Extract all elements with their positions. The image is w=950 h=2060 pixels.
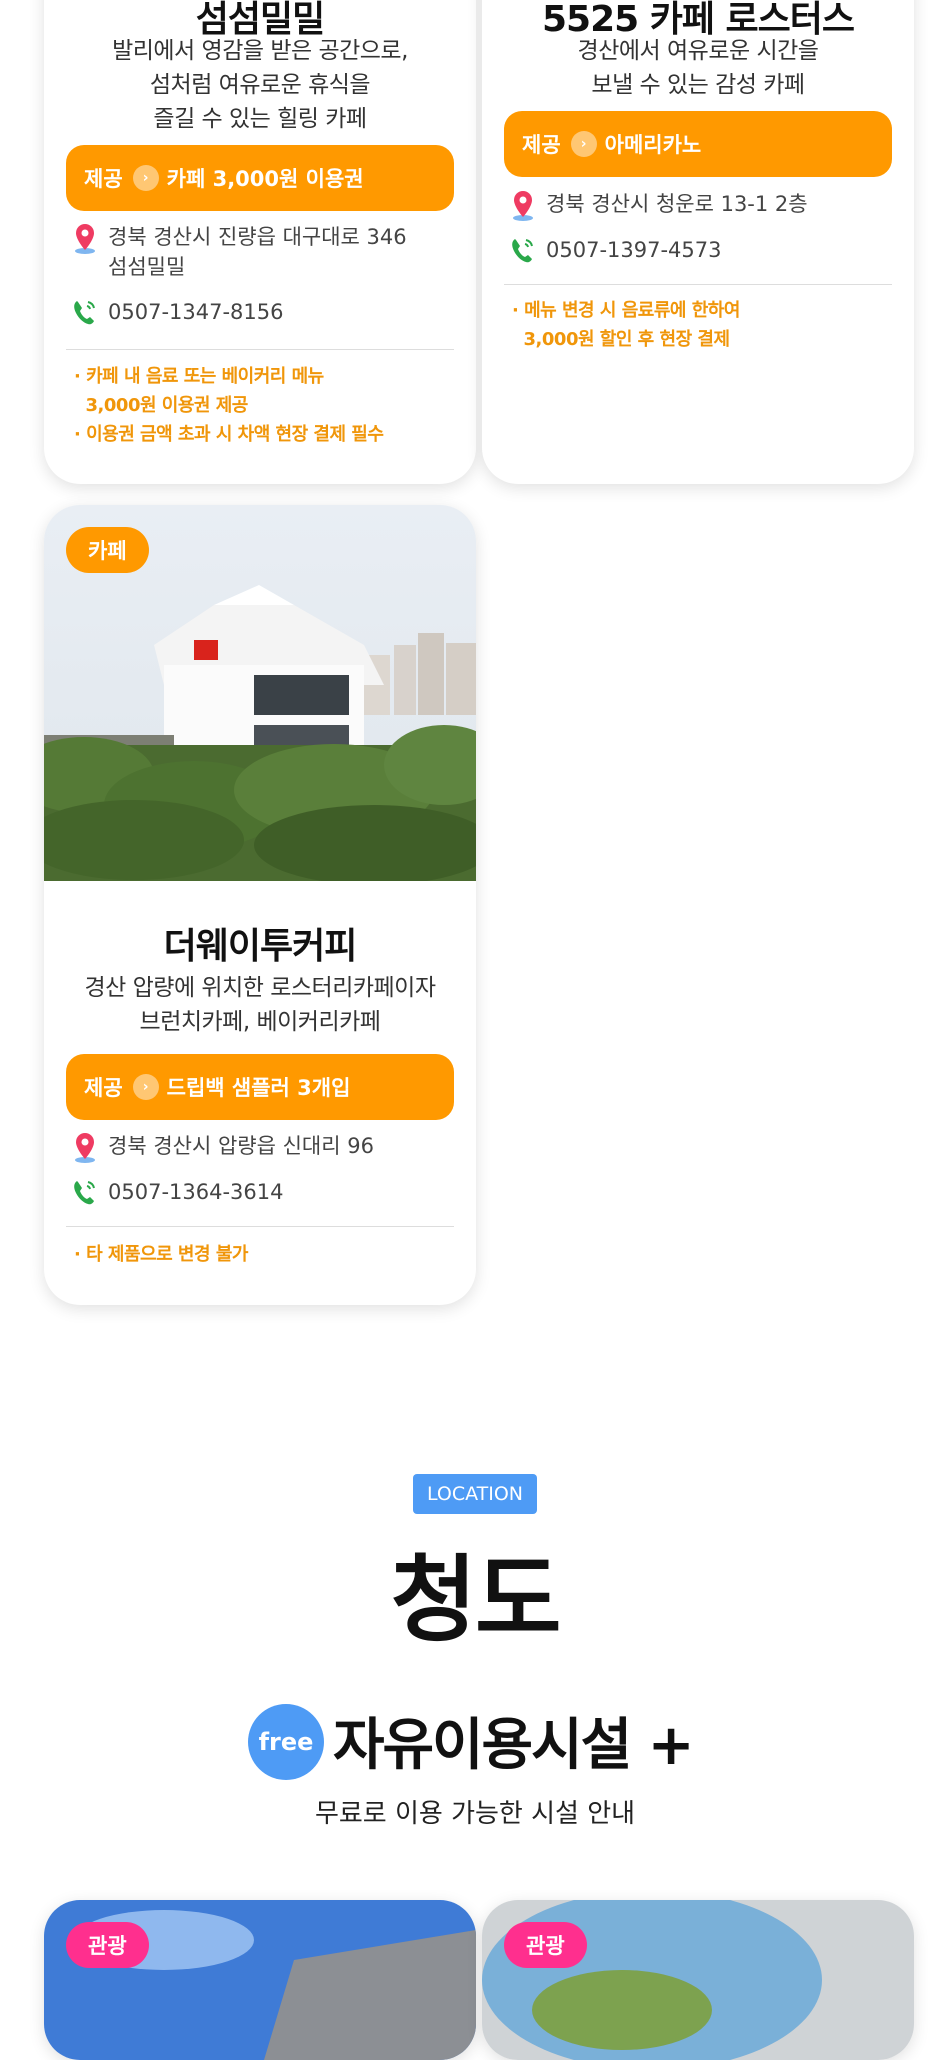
cafe-card-2[interactable]: 5525 카페 로스터스 경산에서 여유로운 시간을 보낼 수 있는 감성 카페… bbox=[482, 0, 914, 484]
free-facilities-title: 자유이용시설 + bbox=[333, 1713, 695, 1778]
tour-card-1[interactable]: 관광 bbox=[44, 1900, 476, 2060]
location-pin-icon bbox=[70, 222, 100, 282]
offer-banner: 제공 › 아메리카노 bbox=[504, 111, 892, 177]
chevron-right-icon: › bbox=[132, 165, 159, 191]
card-description: 경산에서 여유로운 시간을 보낼 수 있는 감성 카페 bbox=[577, 38, 819, 98]
offer-banner: 제공 › 드립백 샘플러 3개입 bbox=[66, 1054, 454, 1120]
category-badge: 카페 bbox=[66, 527, 149, 573]
location-pin-icon bbox=[508, 189, 538, 221]
phone-icon bbox=[70, 297, 100, 327]
section-title: 청도 bbox=[390, 1546, 562, 1655]
phone-row[interactable]: 0507-1397-4573 bbox=[508, 235, 894, 265]
address-row: 경북 경산시 청운로 13-1 2층 bbox=[508, 189, 894, 221]
tour-card-2[interactable]: 관광 bbox=[482, 1900, 914, 2060]
category-badge: 관광 bbox=[504, 1922, 587, 1968]
location-label: LOCATION bbox=[413, 1474, 537, 1514]
notes: · 타 제품으로 변경 불가 bbox=[74, 1244, 248, 1265]
phone-row[interactable]: 0507-1364-3614 bbox=[70, 1177, 456, 1207]
divider bbox=[504, 284, 892, 285]
card-description: 발리에서 영감을 받은 공간으로, 섬처럼 여유로운 휴식을 즐길 수 있는 힐… bbox=[112, 38, 408, 132]
phone-icon bbox=[70, 1177, 100, 1207]
chevron-right-icon: › bbox=[132, 1074, 159, 1100]
cafe-card-3[interactable]: 카페 더웨이투커피 경산 압량에 위치한 로스터리카페이자 브런치카페, 베이커… bbox=[44, 505, 476, 1305]
card-title: 더웨이투커피 bbox=[163, 926, 358, 967]
phone-row[interactable]: 0507-1347-8156 bbox=[70, 297, 456, 327]
address-row: 경북 경산시 압량읍 신대리 96 bbox=[70, 1131, 456, 1163]
notes: · 메뉴 변경 시 음료류에 한하여 3,000원 할인 후 현장 결제 bbox=[512, 300, 740, 350]
category-badge: 관광 bbox=[66, 1922, 149, 1968]
address-row: 경북 경산시 진량읍 대구대로 346 섬섬밀밀 bbox=[70, 222, 456, 282]
free-badge: free bbox=[248, 1704, 324, 1780]
notes: · 카페 내 음료 또는 베이커리 메뉴 3,000원 이용권 제공 · 이용권… bbox=[74, 366, 384, 445]
divider bbox=[66, 349, 454, 350]
chevron-right-icon: › bbox=[570, 131, 597, 157]
phone-icon bbox=[508, 235, 538, 265]
free-facilities-subtitle: 무료로 이용 가능한 시설 안내 bbox=[314, 1799, 636, 1829]
cafe-card-1[interactable]: 섬섬밀밀 발리에서 영감을 받은 공간으로, 섬처럼 여유로운 휴식을 즐길 수… bbox=[44, 0, 476, 484]
offer-banner: 제공 › 카페 3,000원 이용권 bbox=[66, 145, 454, 211]
location-pin-icon bbox=[70, 1131, 100, 1163]
card-description: 경산 압량에 위치한 로스터리카페이자 브런치카페, 베이커리카페 bbox=[84, 975, 437, 1035]
divider bbox=[66, 1226, 454, 1227]
